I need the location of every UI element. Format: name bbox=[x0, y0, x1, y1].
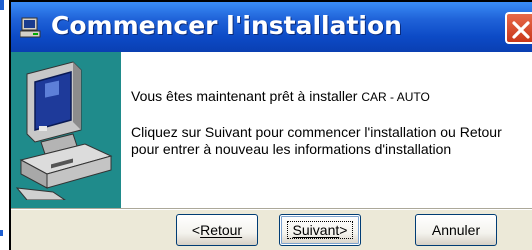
focus-rectangle bbox=[287, 221, 353, 239]
instruction-line-2: pour entrer à nouveau les informations d… bbox=[131, 141, 452, 157]
ready-message: Vous êtes maintenant prêt à installer CA… bbox=[131, 88, 430, 106]
close-button[interactable] bbox=[505, 12, 532, 44]
instruction-line-1: Cliquez sur Suivant pour commencer l'ins… bbox=[131, 124, 502, 140]
ready-text: Vous êtes maintenant prêt à installer bbox=[131, 88, 362, 104]
back-button-label: Retour bbox=[200, 222, 243, 238]
next-button[interactable]: Suivant > bbox=[279, 214, 361, 246]
background-fragment bbox=[0, 0, 4, 10]
back-button-prefix: < bbox=[191, 222, 201, 238]
installer-app-icon bbox=[19, 17, 42, 39]
cancel-button-label: Annuler bbox=[431, 222, 481, 238]
dialog-title: Commencer l'installation bbox=[51, 11, 402, 40]
side-illustration-panel bbox=[11, 52, 121, 208]
back-button[interactable]: < Retour bbox=[176, 214, 258, 246]
dialog-content: Vous êtes maintenant prêt à installer CA… bbox=[11, 52, 532, 208]
title-bar[interactable]: Commencer l'installation bbox=[11, 2, 532, 52]
footer-divider bbox=[11, 208, 532, 210]
background-edge bbox=[0, 0, 9, 250]
installer-dialog: Commencer l'installation Vous êtes maint… bbox=[9, 0, 532, 250]
computer-icon bbox=[15, 61, 113, 200]
background-fragment bbox=[0, 230, 3, 236]
product-name: CAR - AUTO bbox=[361, 90, 430, 104]
cancel-button[interactable]: Annuler bbox=[415, 214, 497, 246]
close-icon bbox=[512, 21, 530, 39]
